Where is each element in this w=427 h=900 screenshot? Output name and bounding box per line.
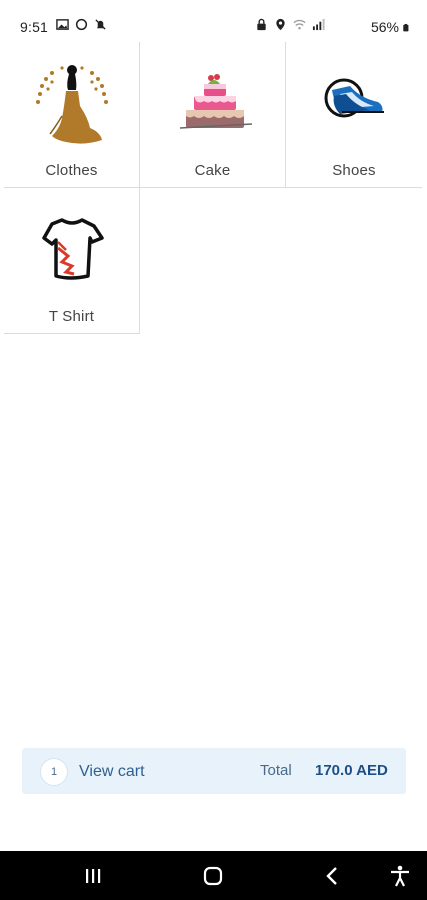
status-right-icons — [255, 18, 325, 31]
status-left-icons — [56, 18, 107, 31]
total-value: 170.0 AED — [315, 762, 388, 779]
home-icon[interactable] — [200, 863, 226, 889]
category-label: Clothes — [45, 162, 98, 179]
gallery-icon — [56, 19, 69, 30]
shoes-icon — [324, 78, 384, 118]
battery-indicator: 56% — [371, 19, 411, 35]
total-label: Total — [260, 762, 292, 779]
category-shoes[interactable]: Shoes — [286, 42, 422, 188]
status-time: 9:51 — [20, 19, 49, 35]
category-clothes[interactable]: Clothes — [4, 42, 140, 188]
recent-apps-icon[interactable] — [80, 863, 106, 889]
cake-icon — [179, 74, 253, 129]
category-label: Cake — [194, 162, 231, 179]
location-icon — [276, 18, 285, 31]
status-bar: 9:51 56% — [0, 0, 427, 40]
signal-icon — [312, 18, 325, 31]
battery-percent: 56% — [370, 19, 399, 35]
battery-icon — [403, 23, 409, 31]
cart-count-badge: 1 — [40, 758, 68, 786]
system-nav-bar — [0, 851, 427, 900]
view-cart-bar[interactable]: 1 View cart Total 170.0 AED — [22, 748, 406, 794]
back-icon[interactable] — [320, 863, 346, 889]
circle-icon — [75, 18, 88, 31]
view-cart-label: View cart — [79, 763, 145, 780]
lock-icon — [257, 18, 266, 31]
category-tshirt[interactable]: T Shirt — [4, 188, 140, 334]
category-label: Shoes — [332, 162, 376, 179]
category-label: T Shirt — [48, 308, 95, 325]
dress-icon — [36, 65, 108, 144]
category-cake[interactable]: Cake — [140, 42, 286, 188]
mute-icon — [95, 19, 106, 30]
wifi-icon — [293, 19, 306, 30]
accessibility-icon[interactable] — [387, 863, 413, 889]
tshirt-icon — [42, 218, 104, 280]
